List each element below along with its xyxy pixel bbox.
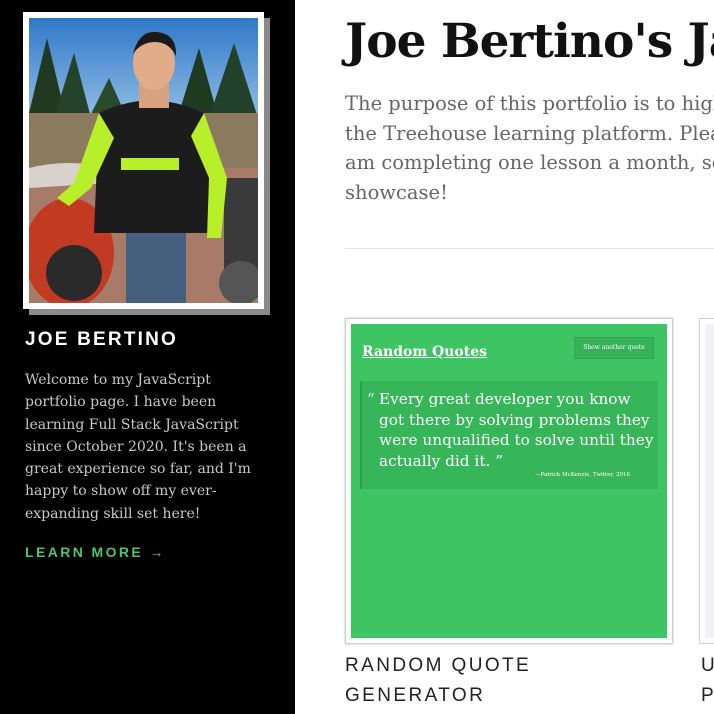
intro-line: am completing one lesson a month, so: [345, 151, 714, 174]
project-title-line: U: [701, 655, 714, 676]
sidebar: JOE BERTINO Welcome to my JavaScript por…: [0, 0, 295, 714]
sidebar-name: JOE BERTINO: [25, 329, 178, 350]
preview-show-quote-button: Show another quote: [574, 337, 654, 359]
learn-more-link[interactable]: LEARN MORE →: [25, 544, 166, 560]
sidebar-bio: Welcome to my JavaScript portfolio page.…: [25, 372, 251, 522]
preview-quote-attribution: —Patrick McKenzie, Twitter, 2016: [534, 472, 630, 478]
intro-line: the Treehouse learning platform. Plea: [345, 121, 714, 145]
profile-photo: [29, 18, 258, 303]
divider: [345, 248, 714, 249]
project-title-line: P: [701, 685, 714, 706]
profile-photo-frame: [23, 12, 264, 309]
project-preview-image[interactable]: Random Quotes Show another quote “ Every…: [351, 324, 667, 638]
intro-line: The purpose of this portfolio is to high: [345, 92, 714, 115]
project-title-line: RANDOM QUOTE: [345, 655, 532, 676]
profile-photo-image: [29, 18, 258, 303]
project-title-line: GENERATOR: [345, 685, 486, 706]
preview-quote-box: “ Every great developer you know got the…: [360, 381, 658, 489]
page-title: Joe Bertino's Ja: [345, 14, 714, 69]
project-title-random-quote[interactable]: RANDOM QUOTE GENERATOR: [345, 651, 675, 711]
preview-quote: “ Every great developer you know got the…: [367, 389, 654, 471]
quote-mark-icon: “: [367, 390, 375, 408]
preview-quote-text: Every great developer you know got there…: [379, 390, 654, 470]
project-card-next[interactable]: [699, 318, 714, 644]
intro-line: showcase!: [345, 180, 448, 204]
main-content: Joe Bertino's Ja The purpose of this por…: [295, 0, 714, 714]
project-card-random-quote[interactable]: Random Quotes Show another quote “ Every…: [345, 318, 673, 644]
intro-text: The purpose of this portfolio is to high…: [345, 89, 714, 207]
project-preview-image[interactable]: [705, 324, 714, 638]
project-title-next[interactable]: U P: [701, 651, 714, 711]
preview-title: Random Quotes: [362, 344, 487, 360]
